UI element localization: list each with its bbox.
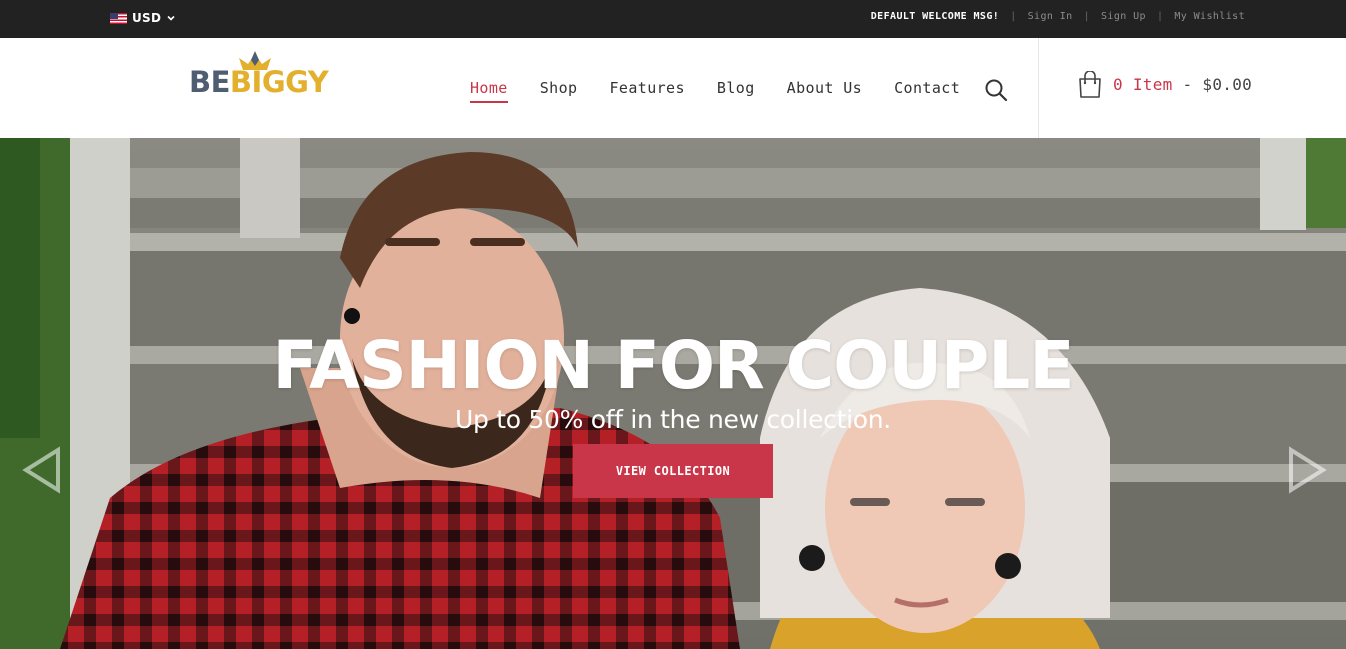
wishlist-link[interactable]: My Wishlist bbox=[1174, 11, 1245, 22]
top-links: DEFAULT WELCOME MSG! | Sign In | Sign Up… bbox=[871, 11, 1245, 22]
nav-features[interactable]: Features bbox=[609, 79, 684, 103]
divider: | bbox=[1010, 11, 1017, 22]
currency-selector[interactable]: USD bbox=[110, 11, 176, 25]
cart-total: $0.00 bbox=[1202, 75, 1253, 94]
hero-caption: FASHION FOR COUPLE Up to 50% off in the … bbox=[0, 333, 1346, 498]
chevron-down-icon bbox=[167, 15, 175, 21]
search-icon[interactable] bbox=[984, 78, 1008, 102]
divider: | bbox=[1156, 11, 1164, 22]
arrow-right-icon[interactable] bbox=[1287, 446, 1329, 494]
mini-cart[interactable]: 0 Item - $0.00 bbox=[1078, 71, 1252, 98]
main-nav: Home Shop Features Blog About Us Contact bbox=[470, 79, 992, 103]
sign-in-link[interactable]: Sign In bbox=[1028, 11, 1073, 22]
nav-blog[interactable]: Blog bbox=[717, 79, 755, 103]
divider: | bbox=[1083, 11, 1090, 22]
hero-subtitle: Up to 50% off in the new collection. bbox=[455, 405, 891, 434]
nav-about-us[interactable]: About Us bbox=[787, 79, 862, 103]
shopping-bag-icon bbox=[1079, 71, 1101, 98]
hero-slider: FASHION FOR COUPLE Up to 50% off in the … bbox=[0, 138, 1346, 649]
view-collection-button[interactable]: VIEW COLLECTION bbox=[573, 444, 773, 498]
welcome-message: DEFAULT WELCOME MSG! bbox=[870, 11, 1000, 22]
currency-label: USD bbox=[132, 11, 162, 25]
hero-title: FASHION FOR COUPLE bbox=[272, 327, 1075, 404]
us-flag-icon bbox=[110, 12, 127, 24]
nav-contact[interactable]: Contact bbox=[894, 79, 960, 103]
arrow-left-icon[interactable] bbox=[20, 446, 62, 494]
cart-separator: - bbox=[1182, 75, 1193, 94]
logo-wordmark: BEBIGGY bbox=[189, 65, 329, 99]
nav-shop[interactable]: Shop bbox=[540, 79, 578, 103]
sign-up-link[interactable]: Sign Up bbox=[1101, 11, 1146, 22]
site-logo[interactable]: BEBIGGY bbox=[189, 50, 334, 100]
nav-home[interactable]: Home bbox=[470, 79, 508, 103]
header-divider bbox=[1038, 38, 1039, 138]
site-header: BEBIGGY Home Shop Features Blog About Us… bbox=[0, 38, 1346, 138]
top-bar: USD DEFAULT WELCOME MSG! | Sign In | Sig… bbox=[0, 0, 1346, 38]
cart-summary: 0 Item - $0.00 bbox=[1113, 75, 1252, 94]
cart-count: 0 Item bbox=[1113, 75, 1173, 94]
